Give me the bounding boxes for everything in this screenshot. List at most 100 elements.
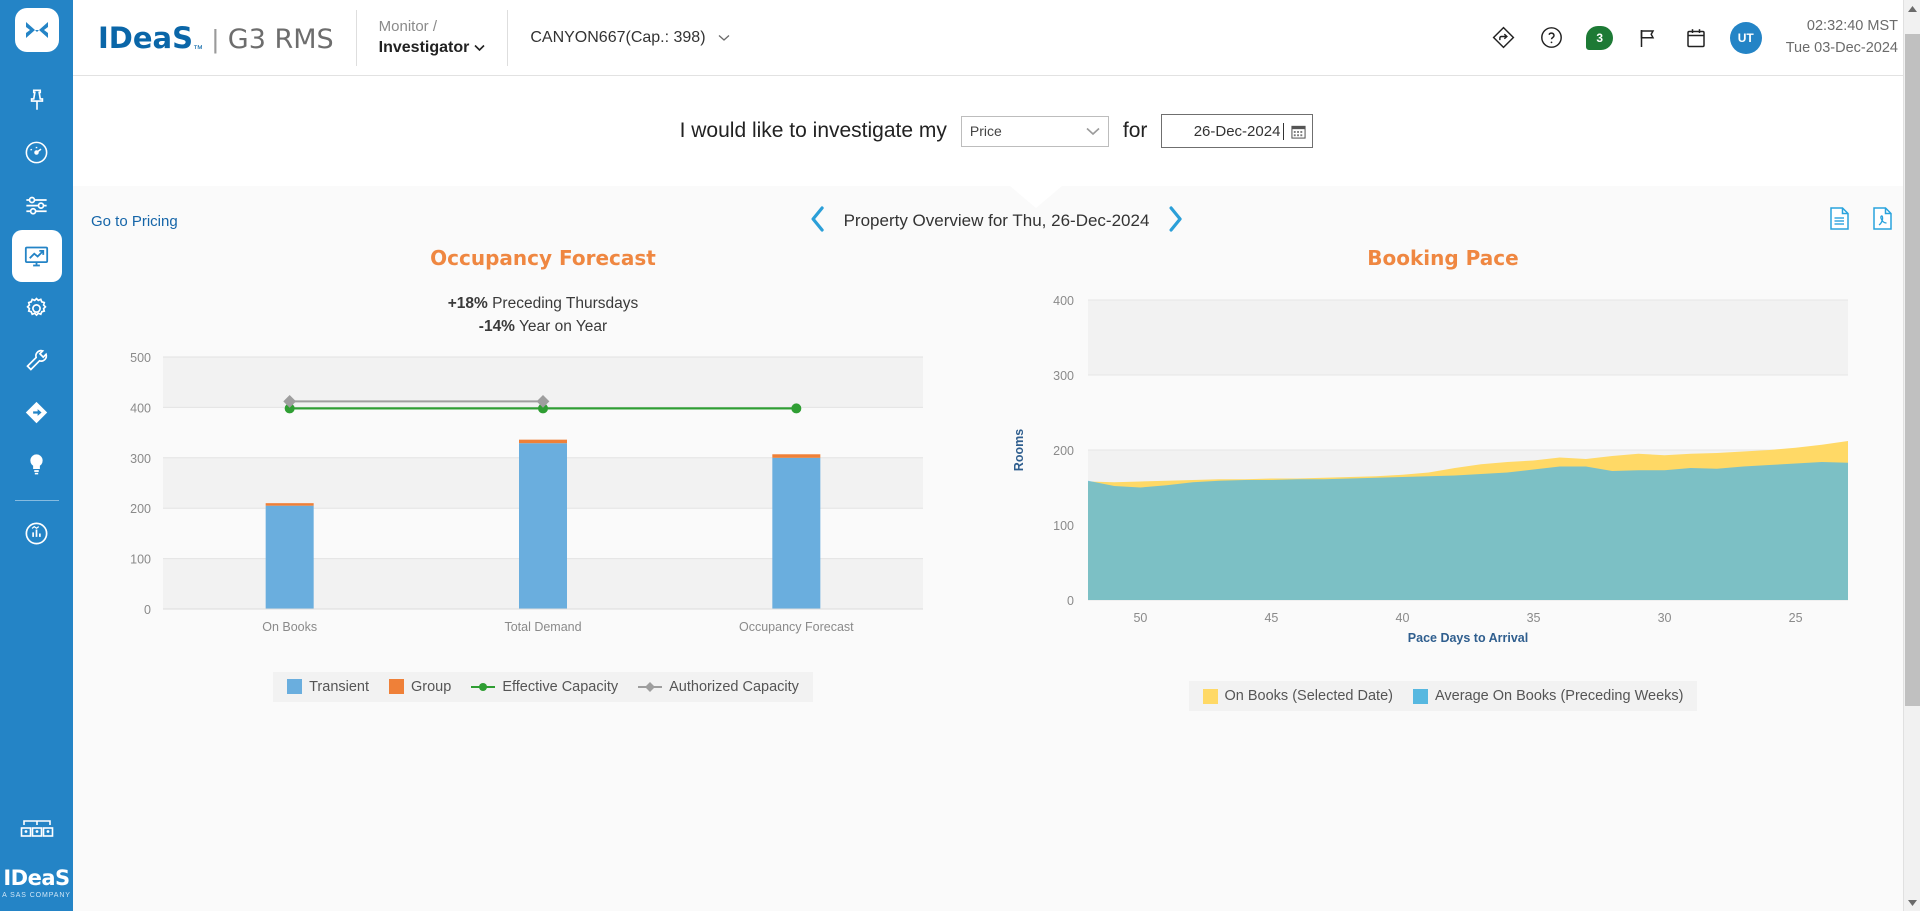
legend-item-authorized-capacity[interactable]: Authorized Capacity [638, 679, 799, 695]
calendar-icon[interactable] [1291, 124, 1306, 139]
text-cursor [1283, 122, 1285, 140]
gear-icon [26, 296, 47, 316]
logo-text: IDeaS [98, 20, 193, 55]
svg-text:Pace Days to Arrival: Pace Days to Arrival [1408, 631, 1528, 645]
svg-text:300: 300 [1053, 369, 1074, 383]
flag-icon[interactable] [1634, 24, 1662, 52]
legend-label-authorized-capacity: Authorized Capacity [669, 678, 799, 695]
vertical-scrollbar[interactable] [1903, 0, 1920, 911]
svg-text:100: 100 [130, 552, 151, 566]
help-question-icon[interactable] [1538, 24, 1566, 52]
header-actions: 3 UT 02:32:40 MST Tue 03-Dec-2024 [1490, 16, 1920, 58]
sidebar-item-tools[interactable] [12, 334, 62, 386]
left-sidebar: IDeaS A SAS COMPANY [0, 0, 73, 911]
occupancy-subtitle-1: +18% Preceding Thursdays [103, 292, 983, 315]
breadcrumb-current[interactable]: Investigator [379, 37, 486, 59]
sidebar-item-pin[interactable] [12, 74, 62, 126]
sub-navigation: Go to Pricing Property Overview for Thu,… [73, 198, 1920, 244]
svg-text:400: 400 [130, 401, 151, 415]
svg-text:Rooms: Rooms [1012, 429, 1026, 471]
occupancy-subtitle-1-value: +18% [447, 295, 488, 312]
legend-item-on-books-selected[interactable]: On Books (Selected Date) [1202, 688, 1393, 704]
scrollbar-thumb[interactable] [1905, 34, 1920, 706]
occupancy-forecast-chart: 0 100 200 300 400 500 On Books Total Demand Occu… [130, 351, 923, 634]
breadcrumb-parent: Monitor / [378, 17, 438, 35]
legend-swatch-on-books-selected [1202, 688, 1218, 704]
sidebar-item-monitor[interactable] [11, 230, 62, 282]
analytics-circle-icon [25, 522, 48, 544]
metric-select-value: Price [969, 123, 1002, 139]
app-logo[interactable]: IDeaS ™ | G3 RMS [73, 21, 334, 55]
product-name: G3 RMS [227, 23, 334, 55]
current-date: Tue 03-Dec-2024 [1785, 39, 1898, 56]
investigate-prefix: I would like to investigate my [679, 119, 947, 142]
export-pdf-icon[interactable] [1873, 207, 1892, 235]
sliders-icon [26, 196, 47, 215]
org-chart-icon[interactable] [20, 815, 54, 850]
occupancy-subtitle-2-value: -14% [478, 318, 515, 336]
wrench-icon [26, 349, 48, 371]
top-header: IDeaS ™ | G3 RMS Monitor / Investigator … [73, 0, 1920, 76]
breadcrumb-current-label: Investigator [378, 38, 470, 56]
calendar-icon[interactable] [1682, 24, 1710, 52]
legend-label-transient: Transient [309, 678, 370, 695]
legend-label-avg-on-books: Average On Books (Preceding Weeks) [1434, 688, 1684, 704]
sidebar-nav [0, 74, 73, 559]
chevron-right-icon[interactable] [1167, 205, 1184, 237]
speedometer-icon [25, 141, 48, 163]
legend-swatch-group [389, 679, 405, 694]
logo-trademark: ™ [193, 43, 203, 55]
occupancy-subtitle-2: -14% Year on Year [103, 315, 983, 338]
date-input[interactable]: 26-Dec-2024 [1161, 114, 1314, 148]
export-actions [1830, 207, 1892, 235]
svg-text:400: 400 [1053, 294, 1074, 308]
sidebar-item-dashboard[interactable] [12, 126, 62, 178]
clock: 02:32:40 MST Tue 03-Dec-2024 [1786, 16, 1898, 58]
chevron-down-icon [1086, 124, 1100, 139]
scroll-up-arrow-icon[interactable] [1904, 0, 1920, 17]
sidebar-item-configuration[interactable] [12, 282, 62, 334]
sidebar-item-analytics[interactable] [12, 507, 62, 559]
go-to-pricing-link[interactable]: Go to Pricing [91, 213, 178, 230]
occupancy-forecast-panel: Occupancy Forecast +18% Preceding Thursd… [103, 246, 983, 702]
scroll-down-arrow-icon[interactable] [1904, 894, 1920, 911]
chevron-down-icon [718, 34, 729, 41]
sidebar-item-controls[interactable] [12, 178, 62, 230]
sidebar-item-navigate[interactable] [12, 386, 62, 438]
occupancy-legend: Transient Group Effective Capacity Autho… [273, 671, 813, 702]
current-time: 02:32:40 MST [1806, 18, 1898, 35]
export-document-icon[interactable] [1830, 207, 1849, 235]
chat-unread-badge: 3 [1586, 25, 1614, 50]
legend-item-effective-capacity[interactable]: Effective Capacity [471, 679, 618, 695]
legend-item-group[interactable]: Group [389, 679, 451, 695]
main-content: Go to Pricing Property Overview for Thu,… [73, 186, 1920, 911]
svg-text:40: 40 [1396, 611, 1410, 625]
property-selector[interactable]: CANYON667(Cap.: 398) [530, 29, 729, 47]
ideas-x-logo-icon[interactable] [14, 8, 59, 52]
lightbulb-icon [30, 453, 43, 474]
metric-select[interactable]: Price [960, 115, 1109, 147]
chevron-left-icon[interactable] [809, 205, 826, 237]
pin-icon [30, 89, 43, 110]
svg-text:30: 30 [1658, 611, 1672, 625]
logo-divider: | [212, 23, 219, 54]
legend-swatch-authorized-capacity [638, 681, 663, 692]
chat-bubble-icon[interactable]: 3 [1586, 24, 1614, 52]
legend-label-group: Group [411, 678, 452, 695]
svg-text:25: 25 [1789, 611, 1803, 625]
svg-text:Occupancy Forecast: Occupancy Forecast [739, 620, 854, 634]
breadcrumb[interactable]: Monitor / Investigator [379, 17, 486, 59]
svg-text:100: 100 [1053, 519, 1074, 533]
header-divider-2 [507, 9, 509, 66]
sidebar-divider [14, 500, 59, 501]
booking-pace-legend: On Books (Selected Date) Average On Book… [1188, 681, 1698, 711]
sidebar-item-insights[interactable] [12, 438, 62, 490]
svg-text:Total Demand: Total Demand [504, 620, 581, 634]
directions-sign-icon[interactable] [1490, 24, 1518, 52]
legend-item-transient[interactable]: Transient [287, 679, 369, 695]
avatar[interactable]: UT [1729, 21, 1762, 54]
overview-title: Property Overview for Thu, 26-Dec-2024 [843, 211, 1150, 230]
legend-item-avg-on-books[interactable]: Average On Books (Preceding Weeks) [1412, 688, 1684, 704]
header-divider-1 [355, 9, 357, 66]
monitor-chart-icon [24, 246, 49, 266]
